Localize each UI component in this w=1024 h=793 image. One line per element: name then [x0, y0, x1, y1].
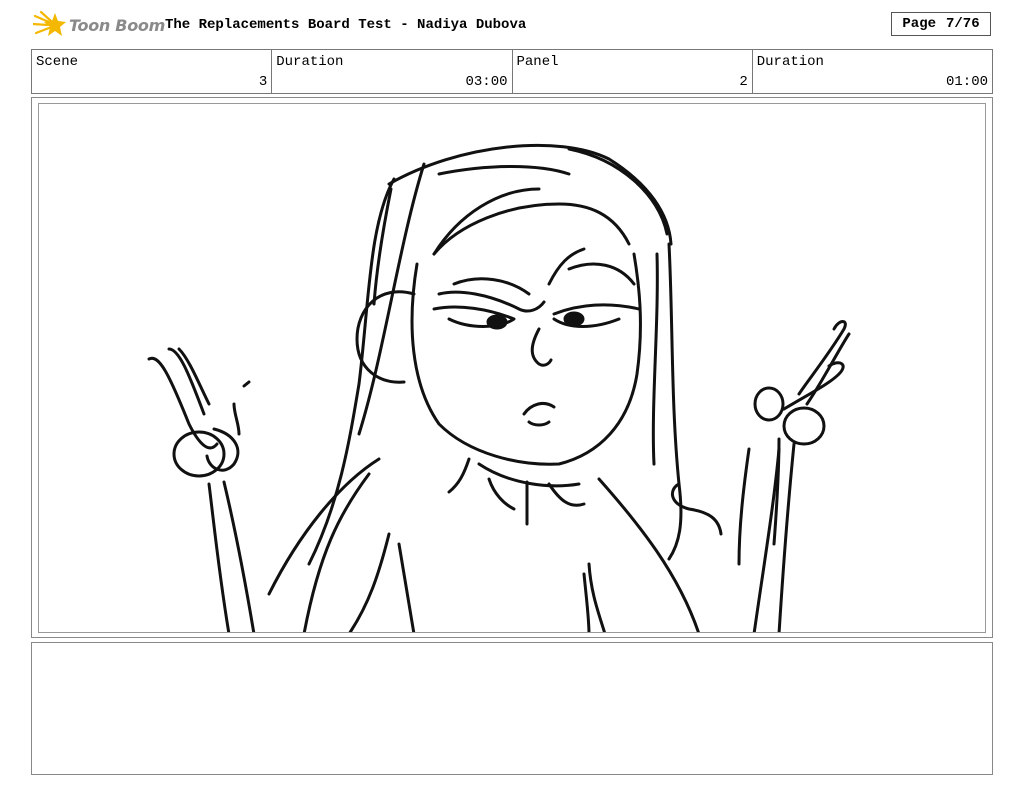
panel-value: 2 — [739, 74, 748, 90]
scene-duration-cell: Duration 03:00 — [272, 50, 513, 93]
panel-duration-cell: Duration 01:00 — [753, 50, 992, 93]
page-value: 7/76 — [946, 16, 980, 32]
logo-text: Toon Boom — [69, 15, 165, 35]
panel-duration-value: 01:00 — [945, 74, 988, 90]
notes-area — [31, 642, 993, 775]
page-label: Page — [902, 16, 936, 32]
scene-label: Scene — [36, 54, 79, 70]
scene-duration-label: Duration — [276, 54, 344, 70]
toon-boom-logo: Toon Boom — [33, 10, 165, 40]
scene-duration-value: 03:00 — [465, 74, 508, 90]
panel-label: Panel — [516, 54, 559, 70]
document-title: The Replacements Board Test - Nadiya Dub… — [165, 17, 527, 33]
storyboard-panel — [38, 103, 986, 633]
scene-cell: Scene 3 — [32, 50, 273, 93]
scene-value: 3 — [258, 74, 268, 90]
header: Toon Boom The Replacements Board Test - … — [0, 0, 1024, 48]
character-sketch — [147, 143, 851, 632]
star-logo-icon — [33, 10, 66, 36]
info-row: Scene 3 Duration 03:00 Panel 2 Duration … — [31, 49, 993, 94]
storyboard-panel-frame — [31, 97, 993, 638]
page-indicator: Page 7/76 — [891, 12, 991, 36]
panel-cell: Panel 2 — [513, 50, 753, 93]
panel-duration-label: Duration — [756, 54, 824, 70]
